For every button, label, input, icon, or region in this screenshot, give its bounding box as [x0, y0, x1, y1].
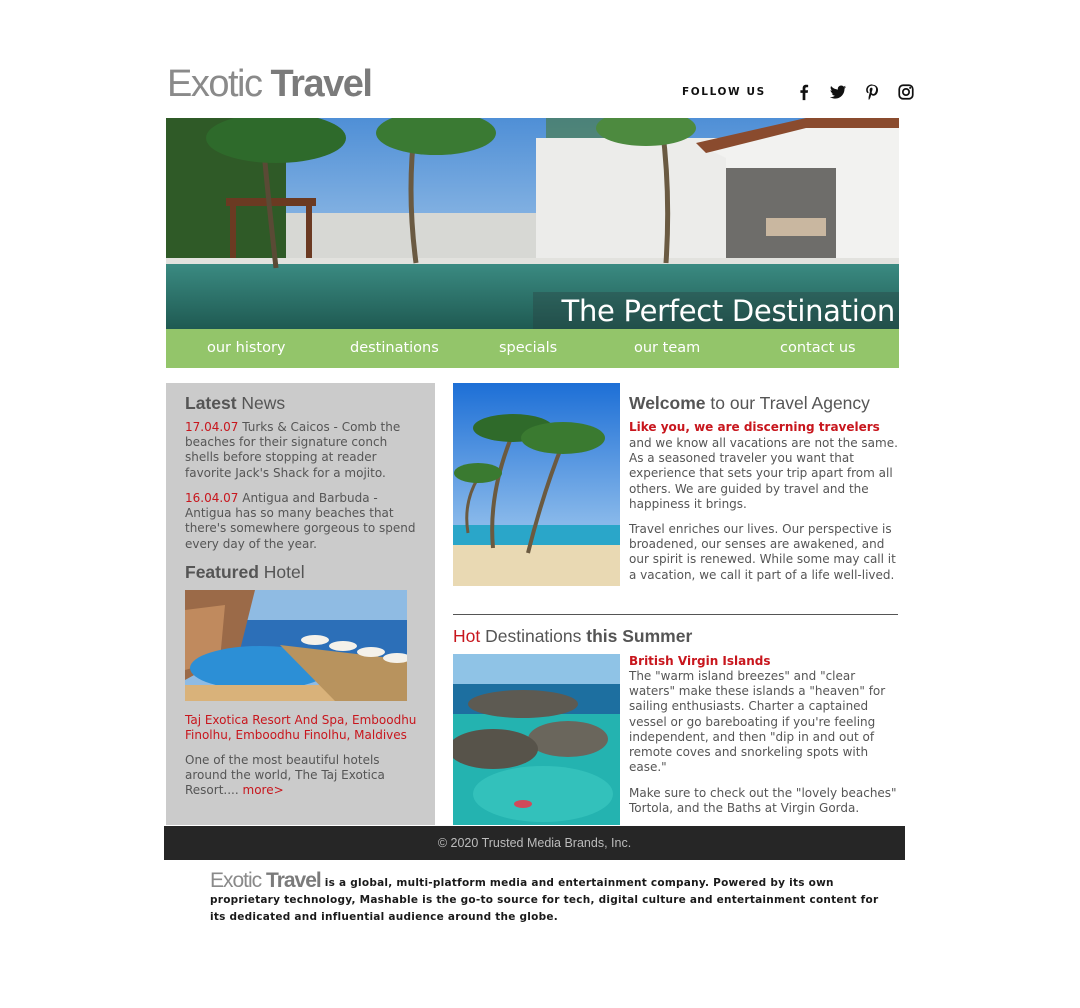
nav-specials[interactable]: specials: [499, 329, 557, 368]
news-item: 16.04.07 Antigua and Barbuda - Antigua h…: [185, 491, 425, 552]
facebook-icon[interactable]: [794, 82, 814, 102]
featured-hotel-desc: One of the most beautiful hotels around …: [185, 753, 385, 798]
pinterest-icon[interactable]: [862, 82, 882, 102]
site-logo[interactable]: Exotic Travel: [167, 63, 373, 105]
footer-about: Exotic Travel is a global, multi-platform…: [210, 869, 880, 926]
footer-logo[interactable]: Exotic Travel: [210, 869, 322, 892]
hero-caption: The Perfect Destination: [561, 294, 896, 328]
footer-copyright: © 2020 Trusted Media Brands, Inc.: [164, 826, 905, 860]
welcome-para-2: Travel enriches our lives. Our perspecti…: [629, 522, 896, 582]
nav-contact-us[interactable]: contact us: [780, 329, 856, 368]
palm-beach-image: [453, 383, 620, 586]
main-nav: our history destinations specials our te…: [166, 329, 899, 368]
follow-us: FOLLOW US: [682, 82, 916, 102]
logo-word-travel: Travel: [270, 63, 373, 105]
destination-para-1: The "warm island breezes" and "clear wat…: [629, 669, 886, 775]
nav-our-history[interactable]: our history: [207, 329, 286, 368]
follow-us-label: FOLLOW US: [682, 86, 766, 98]
twitter-icon[interactable]: [828, 82, 848, 102]
latest-news-heading: Latest News: [185, 393, 286, 413]
destination-name: British Virgin Islands: [629, 654, 771, 668]
hot-destinations-heading: Hot Destinations this Summer: [453, 626, 693, 646]
nav-our-team[interactable]: our team: [634, 329, 700, 368]
featured-hotel-name[interactable]: Taj Exotica Resort And Spa, Emboodhu Fin…: [185, 713, 425, 743]
welcome-heading: Welcome to our Travel Agency: [629, 393, 870, 413]
nav-destinations[interactable]: destinations: [350, 329, 439, 368]
section-divider: [453, 614, 898, 615]
hero-banner: The Perfect Destination: [166, 118, 899, 329]
logo-word-exotic: Exotic: [167, 63, 263, 105]
news-date: 16.04.07: [185, 491, 239, 505]
destination-para-2: Make sure to check out the "lovely beach…: [629, 786, 897, 816]
featured-hotel-image[interactable]: [185, 590, 407, 701]
welcome-subtitle: Like you, we are discerning travelers: [629, 420, 880, 434]
instagram-icon[interactable]: [896, 82, 916, 102]
sidebar: Latest News 17.04.07 Turks & Caicos - Co…: [166, 383, 435, 825]
news-date: 17.04.07: [185, 420, 239, 434]
welcome-para-1: and we know all vacations are not the sa…: [629, 436, 898, 511]
featured-hotel-heading: Featured Hotel: [185, 562, 305, 582]
news-item: 17.04.07 Turks & Caicos - Comb the beach…: [185, 420, 425, 481]
virgin-islands-image: [453, 654, 620, 825]
more-link[interactable]: more>: [243, 783, 284, 797]
